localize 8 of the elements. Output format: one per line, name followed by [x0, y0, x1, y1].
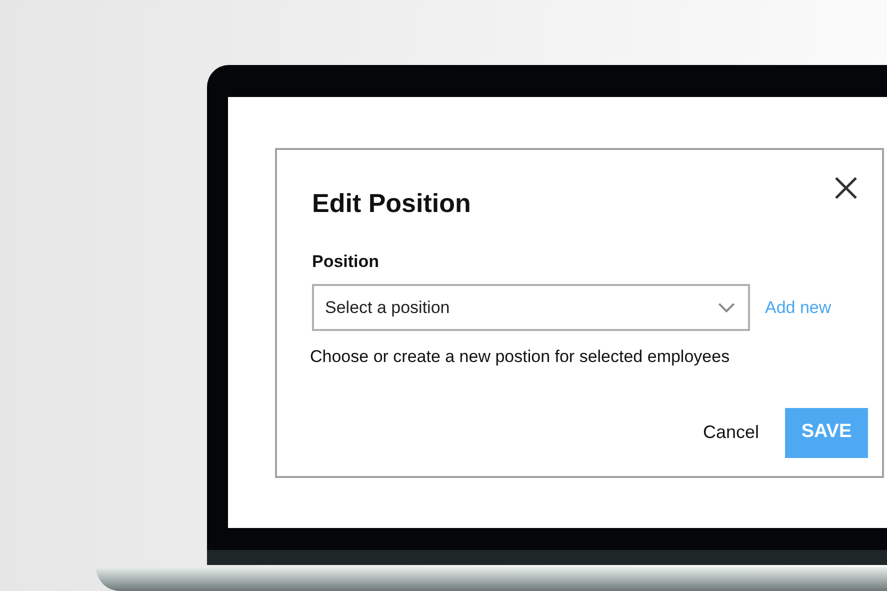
position-select[interactable]: Select a position [312, 284, 750, 331]
help-text: Choose or create a new postion for selected employees [310, 346, 730, 368]
chevron-down-icon [717, 302, 736, 313]
field-label: Position [312, 253, 380, 270]
dialog-title: Edit Position [312, 190, 472, 216]
close-button[interactable] [834, 176, 858, 200]
cancel-button[interactable]: Cancel [702, 419, 759, 446]
close-icon [834, 176, 858, 200]
